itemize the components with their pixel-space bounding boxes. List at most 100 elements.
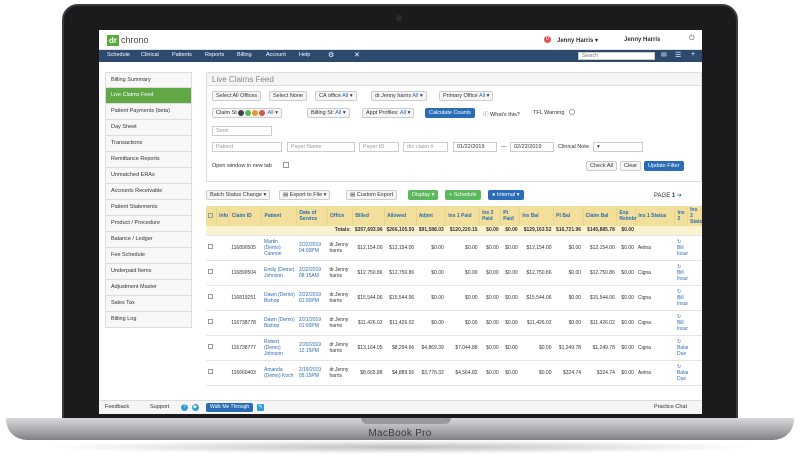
tfl-warning-toggle[interactable] (569, 109, 575, 115)
table-row[interactable]: 116890505 Martin (Demo) Cannon 2/22/2019 0… (206, 235, 702, 261)
nav-account[interactable]: Account (266, 52, 286, 58)
table-cell[interactable]: 2/22/2019 04:00PM (299, 242, 321, 254)
select-all-checkbox[interactable] (208, 212, 213, 218)
sidebar-item-adjustment-master[interactable]: Adjustment Master (105, 280, 192, 296)
support-link[interactable]: Support (150, 404, 169, 410)
sidebar-item-sales-tax[interactable]: Sales Tax (105, 296, 192, 312)
edit-icon[interactable]: ✎ (257, 404, 264, 411)
payer-id-input[interactable]: Payer ID (359, 142, 399, 152)
feedback-link[interactable]: Feedback (105, 404, 129, 410)
doctor-dropdown[interactable]: dr.Jenny harris All ▾ (371, 91, 427, 101)
message-icon[interactable]: ✉ (661, 51, 667, 59)
sidebar-item-product-procedure[interactable]: Product / Procedure (105, 216, 192, 232)
drc-claim-input[interactable]: drc claim # (403, 142, 448, 152)
table-cell[interactable]: Robert (Demo) Johnson (264, 339, 283, 357)
column-header[interactable]: Billed (352, 206, 385, 226)
patient-input[interactable]: Patient (212, 142, 282, 152)
column-header[interactable]: Ins 1 Paid (445, 206, 481, 226)
column-header[interactable]: Date of Service (296, 206, 328, 226)
table-cell[interactable]: Amanda (Demo) Koch (264, 367, 293, 379)
sidebar-item-transactions[interactable]: Transactions (105, 136, 192, 152)
column-header[interactable]: Office (327, 206, 354, 226)
sidebar-item-billing-summary[interactable]: Billing Summary (105, 72, 192, 88)
column-header[interactable]: Adjmt (416, 206, 447, 226)
practice-chat-link[interactable]: Practice Chat (654, 404, 687, 410)
whats-this-link[interactable]: ⓘ What's this? (483, 110, 520, 118)
select-all-offices-button[interactable]: Select All Offices (212, 91, 262, 101)
column-header[interactable]: Ins 2 (674, 206, 689, 226)
export-to-file-button[interactable]: ▤ Export to File ▾ (279, 190, 331, 200)
sidebar-item-patient-statements[interactable]: Patient Statements (105, 200, 192, 216)
status-link[interactable]: Balance Due (677, 370, 688, 382)
sidebar-item-billing-log[interactable]: Billing Log (105, 312, 192, 328)
row-checkbox[interactable] (208, 319, 213, 324)
table-cell[interactable]: 2/22/2019 01:00PM (299, 292, 321, 304)
play-icon[interactable]: ▶ (192, 404, 199, 411)
sidebar-item-day-sheet[interactable]: Day Sheet (105, 120, 192, 136)
column-header[interactable]: Ins 1 Status (635, 206, 676, 226)
table-cell[interactable]: Dawn (Demo) Bishop (264, 317, 295, 329)
table-row[interactable]: 116819251 Dawn (Demo) Bishop 2/22/2019 01:… (206, 285, 702, 311)
date-from-input[interactable]: 01/22/2019 (453, 142, 497, 152)
table-cell[interactable]: Dawn (Demo) Bishop (264, 292, 295, 304)
column-header[interactable]: Pt Paid (500, 206, 521, 226)
column-header[interactable]: Patient (261, 206, 298, 226)
column-header[interactable]: Ins Bal (519, 206, 554, 226)
sidebar-item-remittance-reports[interactable]: Remittance Reports (105, 152, 192, 168)
column-header[interactable]: Exp Reimbr (616, 206, 637, 226)
check-all-button[interactable]: Check All (586, 161, 617, 171)
nav-schedule[interactable]: Schedule (107, 52, 130, 58)
select-none-button[interactable]: Select None (269, 91, 307, 101)
sidebar-item-fee-schedule[interactable]: Fee Schedule (105, 248, 192, 264)
row-checkbox[interactable] (208, 369, 213, 374)
column-header[interactable]: Ins 2 Paid (479, 206, 502, 226)
open-window-checkbox[interactable] (283, 162, 289, 168)
column-header[interactable]: Allowed (384, 206, 417, 226)
calculate-counts-button[interactable]: Calculate Counts (425, 108, 475, 118)
nav-patients[interactable]: Patients (172, 52, 192, 58)
batch-status-change-button[interactable]: Batch Status Change ▾ (206, 190, 271, 200)
internal-button[interactable]: ● Internal ▾ (488, 190, 524, 200)
plus-icon[interactable]: + (691, 51, 695, 58)
table-cell[interactable]: 2/20/2019 12:15PM (299, 342, 321, 354)
help-icon[interactable]: ? (181, 404, 188, 411)
sidebar-item-underpaid-items[interactable]: Underpaid Items (105, 264, 192, 280)
payer-name-input[interactable]: Payer Name (287, 142, 355, 152)
notification-badge[interactable]: 0 (544, 36, 551, 43)
nav-reports[interactable]: Reports (205, 52, 224, 58)
semi-input[interactable]: Semi (212, 126, 272, 136)
ca-office-dropdown[interactable]: CA office All ▾ (315, 91, 357, 101)
table-cell[interactable]: 2/22/2019 08:15AM (299, 267, 321, 279)
table-cell[interactable]: 2/21/2019 01:00PM (299, 317, 321, 329)
nav-clinical[interactable]: Clinical (141, 52, 159, 58)
status-link[interactable]: Bill Insurance (677, 270, 688, 282)
table-cell[interactable]: Martin (Demo) Cannon (264, 239, 282, 257)
clinical-note-select[interactable]: ▾ (593, 142, 643, 152)
status-link[interactable]: Bill Insurance (677, 320, 688, 332)
sidebar-item-patient-payments[interactable]: Patient Payments (beta) (105, 104, 192, 120)
status-link[interactable]: Bill Insurance (677, 245, 688, 257)
nav-help[interactable]: Help (299, 52, 310, 58)
column-header[interactable]: Pt Bal (553, 206, 584, 226)
primary-office-dropdown[interactable]: Primary Office All ▾ (439, 91, 494, 101)
row-checkbox[interactable] (208, 344, 213, 349)
table-row[interactable]: 116660403 Amanda (Demo) Koch 2/19/2019 05:… (206, 360, 702, 386)
claim-status-dropdown[interactable]: Claim St All ▾ (212, 108, 282, 118)
status-link[interactable]: Balance Due (677, 345, 688, 357)
date-to-input[interactable]: 02/22/2019 (510, 142, 554, 152)
walk-me-through-button[interactable]: Walk Me Through (206, 403, 254, 412)
table-row[interactable]: 116738777 Robert (Demo) Johnson 2/20/2019 … (206, 335, 702, 361)
billing-status-dropdown[interactable]: Billing St: All ▾ (307, 108, 350, 118)
column-header[interactable]: Ins 2 Statu (687, 206, 702, 226)
column-header[interactable]: Claim Bal (583, 206, 618, 226)
plugin-icon[interactable]: ⚙ (328, 51, 334, 59)
status-link[interactable]: Bill Insurance (677, 295, 688, 307)
custom-export-button[interactable]: ▤ Custom Export (346, 190, 398, 200)
sidebar-item-live-claims-feed[interactable]: Live Claims Feed (105, 88, 192, 104)
table-row[interactable]: 116738778 Dawn (Demo) Bishop 2/21/2019 01:… (206, 310, 702, 336)
row-checkbox[interactable] (208, 269, 213, 274)
schedule-button[interactable]: + Schedule (445, 190, 481, 200)
column-header[interactable]: Claim ID (229, 206, 263, 226)
arrow-right-icon[interactable]: ➔ (677, 193, 682, 199)
update-filter-button[interactable]: Update Filter (644, 161, 684, 171)
